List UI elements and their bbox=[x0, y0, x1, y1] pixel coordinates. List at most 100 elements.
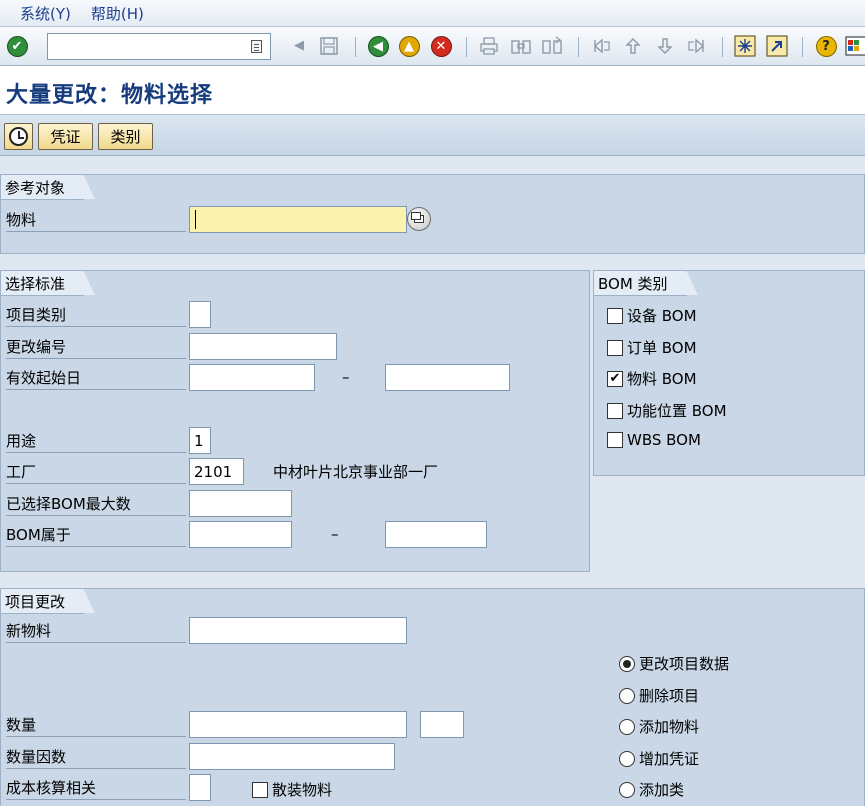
find-next-icon[interactable] bbox=[541, 35, 563, 57]
next-page-icon[interactable] bbox=[654, 35, 676, 57]
layout-menu-icon[interactable] bbox=[845, 35, 865, 57]
plant-label: 工厂 bbox=[6, 462, 186, 484]
page-title: 大量更改：物料选择 bbox=[6, 83, 214, 108]
quantity-factor-input[interactable] bbox=[189, 743, 395, 770]
item-category-label: 项目类别 bbox=[6, 305, 186, 327]
bom-cat-material[interactable]: ✔ 物料 BOM bbox=[607, 368, 697, 389]
unit-input[interactable] bbox=[420, 711, 464, 738]
max-bom-label: 已选择BOM最大数 bbox=[6, 494, 186, 516]
text-cursor bbox=[195, 210, 196, 229]
material-input[interactable] bbox=[189, 206, 407, 233]
radio-delete-item[interactable]: 删除项目 bbox=[619, 685, 699, 706]
add-document-radio[interactable] bbox=[619, 750, 635, 767]
plant-input[interactable] bbox=[189, 458, 244, 485]
menu-help[interactable]: 帮助(H) bbox=[91, 3, 144, 24]
print-icon[interactable] bbox=[478, 35, 500, 57]
bom-belongs-label: BOM属于 bbox=[6, 525, 186, 547]
previous-page-icon[interactable] bbox=[622, 35, 644, 57]
functional-location-bom-label: 功能位置 BOM bbox=[627, 402, 727, 420]
valid-to-input[interactable] bbox=[385, 364, 510, 391]
create-session-icon[interactable] bbox=[734, 35, 756, 57]
bom-to-input[interactable] bbox=[385, 521, 487, 548]
back-arrow-small-icon[interactable]: ◀ bbox=[288, 35, 310, 57]
title-bar: 大量更改：物料选择 bbox=[0, 66, 865, 115]
valid-from-input[interactable] bbox=[189, 364, 315, 391]
equipment-bom-label: 设备 BOM bbox=[627, 307, 697, 325]
application-toolbar: 凭证 类别 bbox=[0, 115, 865, 156]
add-class-radio[interactable] bbox=[619, 781, 635, 798]
cancel-icon[interactable]: ✕ bbox=[430, 35, 452, 57]
bulk-material-label: 散装物料 bbox=[272, 781, 333, 799]
add-material-radio[interactable] bbox=[619, 718, 635, 735]
help-icon[interactable]: ? bbox=[815, 35, 837, 57]
change-number-input[interactable] bbox=[189, 333, 337, 360]
quantity-label: 数量 bbox=[6, 715, 186, 737]
radio-change-item-data[interactable]: 更改项目数据 bbox=[619, 653, 729, 674]
bom-from-input[interactable] bbox=[189, 521, 292, 548]
last-page-icon[interactable] bbox=[686, 35, 708, 57]
costing-relevant-input[interactable] bbox=[189, 774, 211, 801]
valid-from-label: 有效起始日 bbox=[6, 368, 186, 390]
usage-input[interactable] bbox=[189, 427, 211, 454]
bulk-material-option[interactable]: 散装物料 bbox=[252, 779, 332, 800]
history-dropdown-icon[interactable] bbox=[251, 40, 262, 53]
class-button[interactable]: 类别 bbox=[98, 123, 153, 150]
new-material-input[interactable] bbox=[189, 617, 407, 644]
order-bom-checkbox[interactable] bbox=[607, 339, 623, 356]
material-bom-label: 物料 BOM bbox=[627, 370, 697, 388]
radio-add-material[interactable]: 添加物料 bbox=[619, 716, 699, 737]
bom-cat-wbs[interactable]: WBS BOM bbox=[607, 431, 701, 449]
order-bom-label: 订单 BOM bbox=[627, 339, 697, 357]
group-title-reference: 参考对象 bbox=[1, 174, 96, 200]
functional-location-bom-checkbox[interactable] bbox=[607, 402, 623, 419]
add-document-label: 增加凭证 bbox=[639, 750, 700, 768]
item-category-input[interactable] bbox=[189, 301, 211, 328]
menu-bar: 系统(Y) 帮助(H) bbox=[0, 0, 865, 27]
equipment-bom-checkbox[interactable] bbox=[607, 307, 623, 324]
range-dash: – bbox=[342, 368, 350, 386]
change-number-label: 更改编号 bbox=[6, 337, 186, 359]
quantity-factor-label: 数量因数 bbox=[6, 747, 186, 769]
max-bom-input[interactable] bbox=[189, 490, 292, 517]
find-icon[interactable] bbox=[510, 35, 532, 57]
shortcut-icon[interactable] bbox=[766, 35, 788, 57]
bulk-material-checkbox[interactable] bbox=[252, 781, 268, 798]
exit-icon[interactable]: ▲ bbox=[398, 35, 420, 57]
enter-icon[interactable]: ✔ bbox=[6, 35, 28, 57]
bom-cat-order[interactable]: 订单 BOM bbox=[607, 337, 697, 358]
usage-label: 用途 bbox=[6, 431, 186, 453]
command-input[interactable] bbox=[48, 34, 244, 59]
add-class-label: 添加类 bbox=[639, 781, 685, 799]
change-item-data-label: 更改项目数据 bbox=[639, 655, 730, 673]
group-title-selection: 选择标准 bbox=[1, 270, 96, 296]
change-item-data-radio[interactable] bbox=[619, 655, 635, 672]
voucher-button[interactable]: 凭证 bbox=[38, 123, 93, 150]
delete-item-radio[interactable] bbox=[619, 687, 635, 704]
save-icon[interactable] bbox=[318, 35, 340, 57]
back-icon[interactable]: ◀ bbox=[367, 35, 389, 57]
first-page-icon[interactable] bbox=[590, 35, 612, 57]
material-bom-checkbox[interactable]: ✔ bbox=[607, 370, 623, 387]
material-search-help-button[interactable] bbox=[407, 207, 431, 231]
radio-add-document[interactable]: 增加凭证 bbox=[619, 748, 699, 769]
costing-relevant-label: 成本核算相关 bbox=[6, 778, 186, 800]
wbs-bom-checkbox[interactable] bbox=[607, 432, 623, 448]
search-help-icon bbox=[411, 212, 424, 223]
wbs-bom-label: WBS BOM bbox=[627, 431, 701, 449]
add-material-label: 添加物料 bbox=[639, 718, 700, 736]
bom-range-dash: – bbox=[331, 525, 339, 543]
bom-cat-functional-location[interactable]: 功能位置 BOM bbox=[607, 400, 727, 421]
plant-description: 中材叶片北京事业部一厂 bbox=[273, 463, 439, 481]
execute-clock-icon bbox=[9, 127, 28, 146]
group-title-bom-category: BOM 类别 bbox=[594, 270, 698, 296]
radio-add-class[interactable]: 添加类 bbox=[619, 779, 684, 800]
new-material-label: 新物料 bbox=[6, 621, 186, 643]
bom-cat-equipment[interactable]: 设备 BOM bbox=[607, 305, 697, 326]
group-title-item-change: 项目更改 bbox=[1, 588, 96, 614]
material-label: 物料 bbox=[6, 210, 186, 232]
quantity-input[interactable] bbox=[189, 711, 407, 738]
menu-system[interactable]: 系统(Y) bbox=[20, 3, 71, 24]
execute-button[interactable] bbox=[4, 123, 33, 150]
delete-item-label: 删除项目 bbox=[639, 687, 700, 705]
command-field[interactable] bbox=[47, 33, 271, 60]
